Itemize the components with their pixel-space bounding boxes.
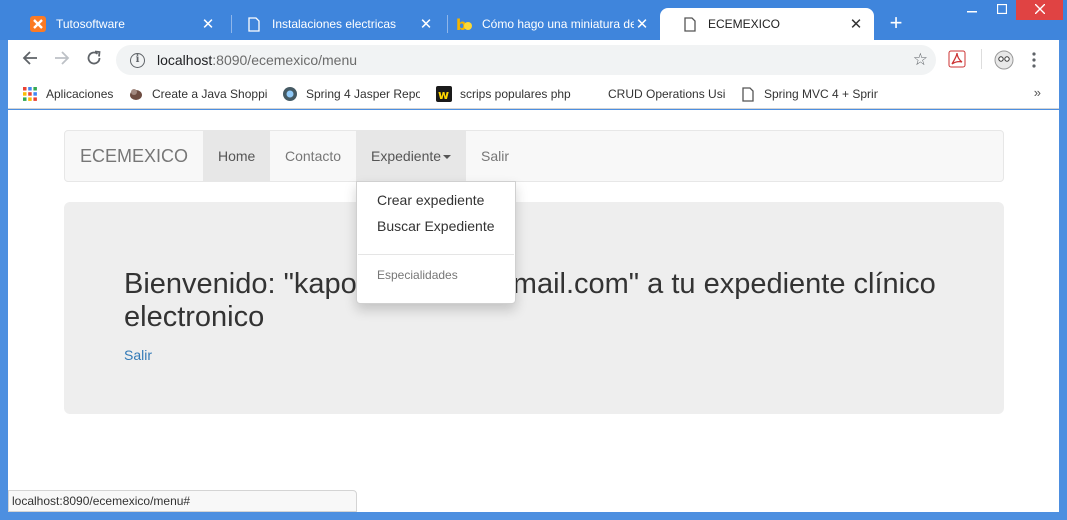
maximize-button[interactable]: [988, 0, 1016, 20]
bookmarks-overflow-button[interactable]: »: [1034, 85, 1041, 100]
nav-salir[interactable]: Salir: [466, 131, 524, 181]
svg-text:w: w: [438, 88, 449, 102]
tab-title: Tutosoftware: [56, 17, 125, 31]
site-navbar: ECEMEXICO Home Contacto Expediente Salir: [64, 130, 1004, 182]
bookmark-star-icon[interactable]: ☆: [913, 50, 928, 70]
salir-link[interactable]: Salir: [124, 347, 152, 363]
page-icon: [740, 86, 756, 102]
page-icon: [246, 16, 262, 32]
reload-icon: [87, 50, 101, 65]
close-tab-icon[interactable]: ✕: [418, 15, 434, 33]
welcome-heading-end: mail.com" a tu expediente clínico: [512, 268, 936, 300]
bookmark-favicon: w: [436, 86, 452, 102]
toolbar-divider: [981, 49, 982, 69]
status-bar-url: localhost:8090/ecemexico/menu#: [8, 490, 357, 512]
bookmark-java-shopping[interactable]: Create a Java Shopping: [128, 84, 268, 104]
nav-expediente[interactable]: Expediente: [356, 131, 467, 181]
browser-toolbar: i localhost:8090/ecemexico/menu ☆: [8, 40, 1059, 80]
bookmark-aplicaciones[interactable]: Aplicaciones: [22, 84, 122, 104]
bookmark-favicon: [128, 86, 144, 102]
back-arrow-icon: [22, 51, 37, 65]
forward-button[interactable]: [50, 48, 74, 72]
minimize-button[interactable]: [958, 0, 986, 20]
nav-expediente-label: Expediente: [371, 148, 442, 164]
info-icon[interactable]: i: [130, 52, 145, 68]
reload-button[interactable]: [82, 48, 106, 72]
tab-title: Instalaciones electricas: [272, 17, 397, 31]
menu-kebab-icon[interactable]: [1032, 52, 1036, 73]
menu-item-buscar-expediente[interactable]: Buscar Expediente: [377, 218, 495, 234]
apps-grid-icon: [22, 86, 38, 102]
tab-tutosoftware[interactable]: Tutosoftware ✕: [8, 8, 226, 40]
close-tab-icon[interactable]: ✕: [200, 15, 216, 33]
jumbotron: Bienvenido: "kapo mail.com" a tu expedien…: [64, 202, 1004, 414]
bookmarks-bar: Aplicaciones Create a Java Shopping Spri…: [8, 80, 1059, 109]
bookmark-spring-mvc[interactable]: Spring MVC 4 + Sprin: [740, 84, 878, 104]
tab-title: Cómo hago una miniatura de: [482, 17, 634, 31]
menu-item-crear-expediente[interactable]: Crear expediente: [377, 192, 484, 208]
bookmark-scrips-php[interactable]: w scrips populares php: [436, 84, 586, 104]
tab-instalaciones[interactable]: Instalaciones electricas ✕: [224, 8, 444, 40]
profile-avatar-icon[interactable]: [994, 50, 1014, 75]
page-icon: [682, 16, 698, 32]
url-path: :8090/ecemexico/menu: [212, 52, 358, 68]
close-tab-icon[interactable]: ✕: [848, 15, 864, 33]
navbar-brand[interactable]: ECEMEXICO: [80, 131, 188, 181]
bookmark-label: scrips populares php: [460, 87, 571, 101]
tab-ecemexico[interactable]: ECEMEXICO ✕: [660, 8, 874, 40]
blogger-icon: b: [456, 16, 472, 32]
bookmark-label: Aplicaciones: [46, 87, 114, 101]
url-text: localhost:8090/ecemexico/menu: [157, 52, 357, 68]
menu-divider: [358, 254, 514, 255]
menu-header-especialidades: Especialidades: [377, 268, 458, 282]
bookmark-crud-operations[interactable]: CRUD Operations Usi: [608, 84, 726, 104]
welcome-heading: Bienvenido: "kapo mail.com" a tu expedien…: [124, 268, 964, 334]
bookmark-spring-jasper[interactable]: Spring 4 Jasper Repo: [282, 84, 420, 104]
tab-miniatura[interactable]: b Cómo hago una miniatura de ✕: [434, 8, 660, 40]
new-tab-button[interactable]: +: [884, 12, 908, 36]
bookmark-label: Create a Java Shopping: [152, 87, 268, 101]
back-button[interactable]: [18, 48, 42, 72]
bookmark-label: Spring 4 Jasper Repo: [306, 87, 420, 101]
tab-strip: Tutosoftware ✕ Instalaciones electricas …: [0, 0, 1067, 40]
tab-title: ECEMEXICO: [708, 17, 781, 31]
url-host: localhost: [157, 52, 213, 68]
page-viewport: ECEMEXICO Home Contacto Expediente Salir…: [8, 110, 1059, 512]
caret-down-icon: [443, 155, 452, 160]
expediente-dropdown-menu: Crear expediente Buscar Expediente Espec…: [356, 181, 516, 304]
nav-contacto[interactable]: Contacto: [270, 131, 356, 181]
welcome-heading-start: Bienvenido: "kapo: [124, 268, 357, 300]
bookmark-label: Spring MVC 4 + Sprin: [764, 87, 878, 101]
nav-home[interactable]: Home: [203, 131, 271, 181]
acrobat-extension-icon[interactable]: [948, 50, 966, 73]
close-tab-icon[interactable]: ✕: [634, 15, 650, 33]
welcome-heading-line2: electronico: [124, 301, 265, 333]
forward-arrow-icon: [55, 51, 70, 65]
xampp-icon: [30, 16, 46, 32]
window-close-button[interactable]: [1016, 0, 1063, 20]
address-bar[interactable]: i localhost:8090/ecemexico/menu ☆: [116, 45, 936, 75]
bookmark-label: CRUD Operations Usi: [608, 87, 726, 101]
bookmark-favicon: [282, 86, 298, 102]
